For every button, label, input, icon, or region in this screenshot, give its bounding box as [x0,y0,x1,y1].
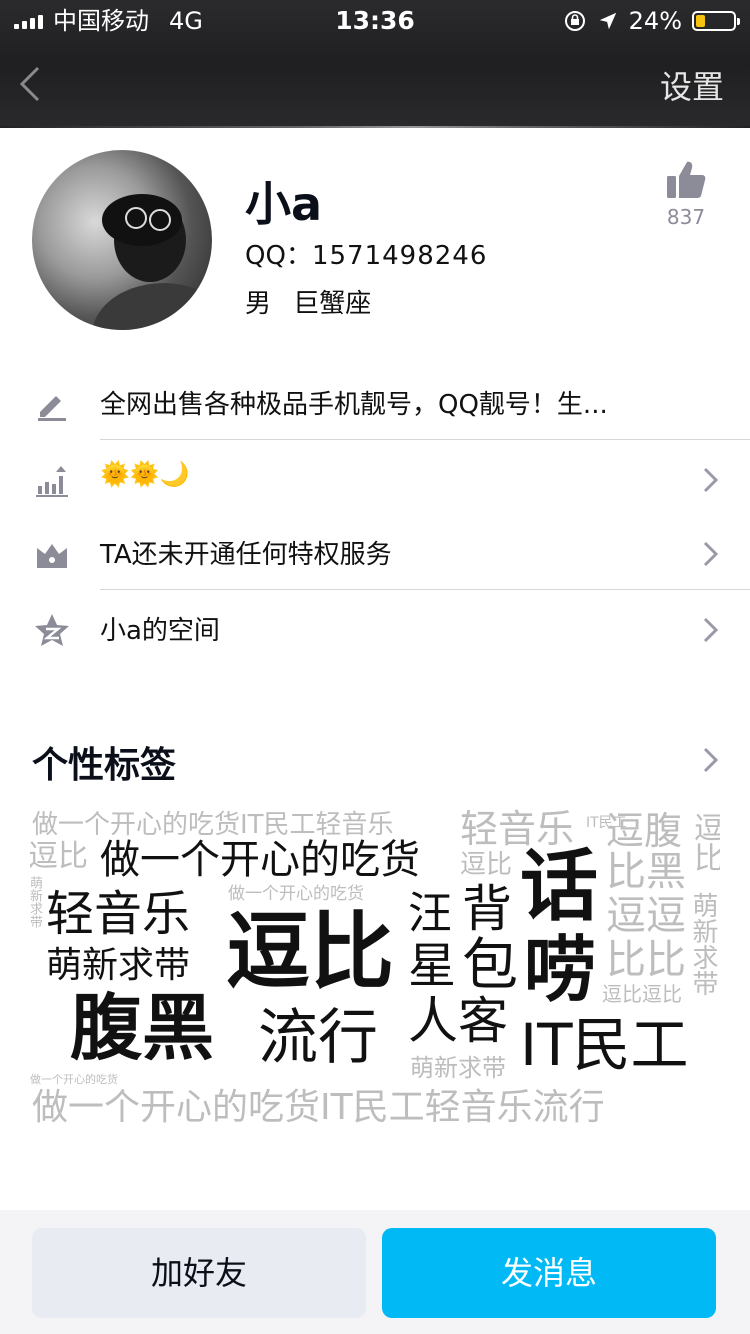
add-friend-button[interactable]: 加好友 [32,1228,366,1318]
tag-word: 逗比 [688,812,720,872]
tag-word: 话 [520,842,599,932]
tag-word: 流行 [258,1003,378,1073]
signature-text: 全网出售各种极品手机靓号，QQ靓号！生... [100,390,608,420]
space-row[interactable]: 小a的空间 [0,592,750,666]
tag-word: 做一个开心的吃货IT民工轻音乐流行 [32,1087,605,1128]
chevron-right-icon[interactable] [702,746,720,774]
divider [100,589,750,590]
tag-word: 逗比 [226,903,395,1001]
tag-word: 萌新求带 [30,876,42,928]
chevron-right-icon [703,541,719,567]
space-text: 小a的空间 [100,616,220,646]
like-button[interactable]: 837 [658,160,714,229]
tag-word: 逗逗 [606,893,686,939]
tag-word: 轻音乐 [46,886,191,942]
qq-number: QQ：1571498246 [245,235,487,272]
qq-number-value: 1571498246 [311,241,488,271]
level-row[interactable]: 🌞🌞🌙 [0,442,750,516]
privilege-text: TA还未开通任何特权服务 [100,540,392,570]
tag-word: 萌新求带 [46,945,191,986]
chevron-right-icon [703,617,719,643]
settings-button[interactable]: 设置 [660,62,724,108]
location-arrow-icon [599,12,616,30]
tag-word: 做一个开心的吃货 [228,884,364,904]
tag-word: IT民工 [520,1011,689,1079]
profile-name: 小a [245,177,323,231]
level-chart-icon [36,466,68,497]
qzone-star-icon [35,614,69,646]
tag-word: 逗比 [460,850,513,880]
tag-word: 汪 [408,888,452,939]
tag-word: 做一个开心的吃货 [30,1073,118,1086]
crown-icon [37,544,67,568]
rotation-lock-icon [564,11,585,31]
send-message-button[interactable]: 发消息 [382,1228,716,1318]
bottom-action-bar: 加好友 发消息 [0,1210,750,1334]
back-arrow-icon[interactable] [12,64,52,104]
level-icons: 🌞🌞🌙 [100,460,190,488]
tag-word: 做一个开心的吃货 [100,837,420,883]
signature-row[interactable]: 全网出售各种极品手机靓号，QQ靓号！生... [0,366,750,440]
tag-cloud: 做一个开心的吃货IT民工轻音乐 逗比 轻音乐 IT民工 逗腹 逗比 做一个开心的… [30,806,720,1130]
tag-word: 包 [462,933,518,998]
tag-word: 人客 [408,992,508,1050]
thumbs-up-icon [667,161,706,198]
gender-label: 男 [245,289,272,319]
tag-word: 做一个开心的吃货IT民工轻音乐 [32,810,394,840]
avatar[interactable] [32,150,212,330]
pencil-icon [38,396,66,421]
tag-word: 星 [408,938,457,994]
privilege-row[interactable]: TA还未开通任何特权服务 [0,516,750,590]
like-count: 837 [666,205,706,229]
gender-constellation: 男 巨蟹座 [245,283,371,320]
tag-word: 逗腹 [606,809,683,853]
tags-section-title: 个性标签 [32,745,177,786]
battery-percent: 24% [628,7,682,35]
status-bar-right: 24% [563,4,740,38]
tag-word: 逗比 [30,839,88,874]
divider [100,439,750,440]
tag-word: 比比 [606,937,686,983]
tag-word: 萌新求带 [688,892,718,996]
tag-word: 背 [462,880,512,938]
battery-icon [692,11,740,31]
tag-word: 唠 [524,928,597,1012]
top-header: 中国移动 4G 13:36 24% 设置 [0,0,750,128]
chevron-right-icon [703,467,719,493]
tag-word: 逗比逗比 [602,982,682,1006]
constellation-label: 巨蟹座 [293,289,372,319]
tag-word: 腹黑 [70,986,215,1070]
tag-word: 比黑 [606,849,686,895]
qq-label: QQ： [245,241,312,271]
tag-word: 萌新求带 [410,1054,506,1082]
